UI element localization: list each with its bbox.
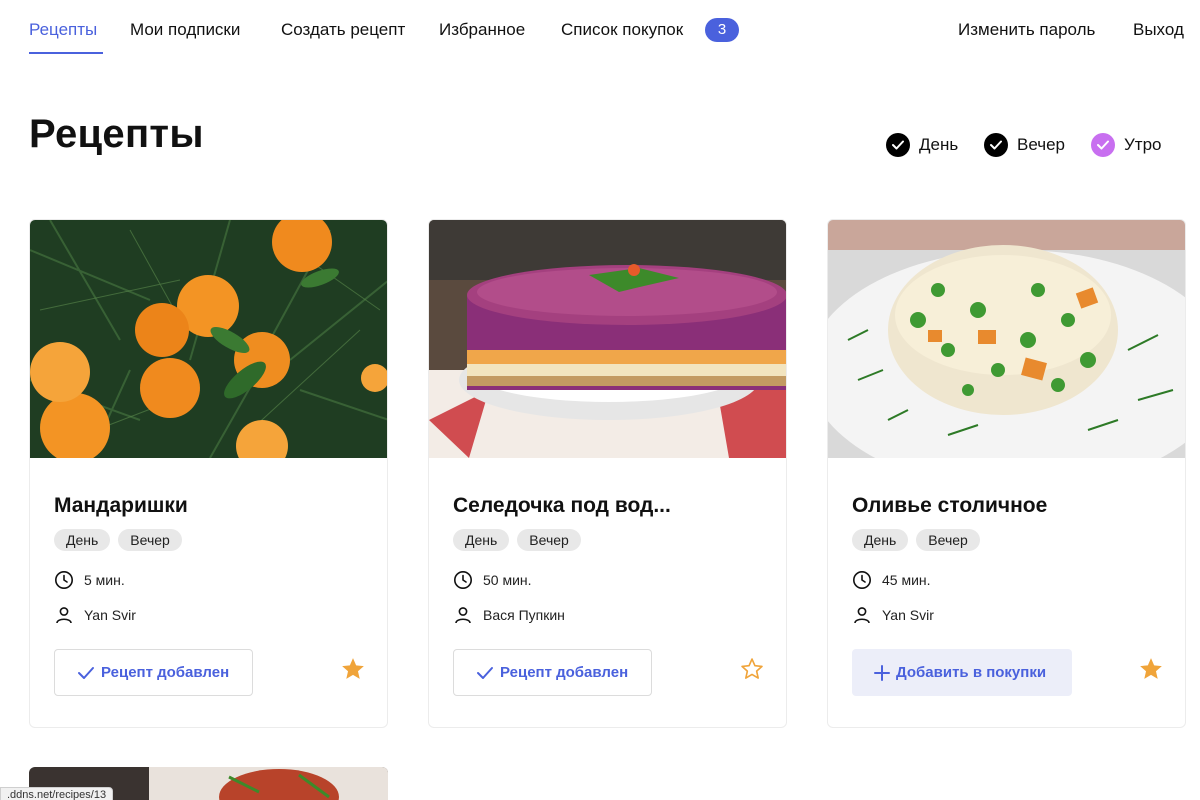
filter-day[interactable]: День [886, 132, 958, 158]
recipe-title[interactable]: Селедочка под вод... [453, 494, 671, 518]
recipe-added-button[interactable]: Рецепт добавлен [453, 649, 652, 696]
recipe-card: Селедочка под вод... День Вечер 50 мин. … [428, 219, 787, 728]
star-icon[interactable] [340, 656, 366, 682]
nav-create-recipe[interactable]: Создать рецепт [281, 20, 405, 40]
filter-evening[interactable]: Вечер [984, 132, 1065, 158]
author-name: Yan Svir [84, 607, 136, 623]
recipe-card: Мандаришки День Вечер 5 мин. Yan Svir Ре… [29, 219, 388, 728]
check-circle-icon [1091, 133, 1115, 157]
plus-icon [874, 664, 890, 681]
recipe-tags: День Вечер [453, 529, 581, 551]
top-nav: Рецепты Мои подписки Создать рецепт Избр… [0, 0, 1200, 60]
filter-label: День [919, 135, 959, 154]
author-name: Вася Пупкин [483, 607, 565, 623]
clock-icon [55, 571, 73, 589]
status-bar-url: .ddns.net/recipes/13 [0, 787, 114, 800]
clock-icon [454, 571, 472, 589]
page-title: Рецепты [29, 112, 204, 156]
recipe-tags: День Вечер [54, 529, 182, 551]
recipe-card: Оливье столичное День Вечер 45 мин. Yan … [827, 219, 1186, 728]
clock-icon [853, 571, 871, 589]
nav-recipes[interactable]: Рецепты [29, 20, 97, 40]
recipe-tags: День Вечер [852, 529, 980, 551]
recipe-cook-time: 5 мин. [54, 570, 125, 590]
tag-day: День [852, 529, 909, 551]
nav-active-underline [29, 52, 103, 54]
filter-label: Вечер [1017, 135, 1065, 154]
recipe-image-tangerines[interactable] [30, 220, 387, 458]
cook-time-value: 45 мин. [882, 572, 931, 588]
filter-label: Утро [1124, 135, 1162, 154]
cook-time-value: 5 мин. [84, 572, 125, 588]
cook-time-value: 50 мин. [483, 572, 532, 588]
tag-evening: Вечер [916, 529, 980, 551]
user-icon [56, 607, 72, 624]
author-name: Yan Svir [882, 607, 934, 623]
check-icon [477, 666, 493, 679]
add-to-shopping-button[interactable]: Добавить в покупки [852, 649, 1072, 696]
tag-day: День [453, 529, 510, 551]
star-icon[interactable] [1138, 656, 1164, 682]
tag-evening: Вечер [517, 529, 581, 551]
cart-count-badge: 3 [705, 18, 739, 42]
nav-shopping-list[interactable]: Список покупок [561, 20, 683, 40]
button-label: Рецепт добавлен [101, 664, 230, 681]
filter-morning[interactable]: Утро [1091, 132, 1162, 158]
check-circle-icon [886, 133, 910, 157]
logout-link[interactable]: Выход [1133, 20, 1184, 40]
nav-favorites[interactable]: Избранное [439, 20, 525, 40]
recipe-cook-time: 50 мин. [453, 570, 532, 590]
recipe-image-olivier-salad[interactable] [828, 220, 1185, 458]
recipe-added-button[interactable]: Рецепт добавлен [54, 649, 253, 696]
button-label: Добавить в покупки [896, 664, 1047, 681]
star-outline-icon[interactable] [739, 656, 765, 682]
check-circle-icon [984, 133, 1008, 157]
nav-subscriptions[interactable]: Мои подписки [130, 20, 240, 40]
recipe-author[interactable]: Yan Svir [852, 605, 934, 625]
recipe-title[interactable]: Оливье столичное [852, 494, 1047, 518]
recipe-author[interactable]: Yan Svir [54, 605, 136, 625]
recipe-title[interactable]: Мандаришки [54, 494, 188, 518]
recipe-author[interactable]: Вася Пупкин [453, 605, 565, 625]
user-icon [854, 607, 870, 624]
tag-evening: Вечер [118, 529, 182, 551]
recipe-cook-time: 45 мин. [852, 570, 931, 590]
change-password-link[interactable]: Изменить пароль [958, 20, 1095, 40]
user-icon [455, 607, 471, 624]
check-icon [78, 666, 94, 679]
tag-day: День [54, 529, 111, 551]
button-label: Рецепт добавлен [500, 664, 629, 681]
recipe-image-herring-salad[interactable] [429, 220, 786, 458]
